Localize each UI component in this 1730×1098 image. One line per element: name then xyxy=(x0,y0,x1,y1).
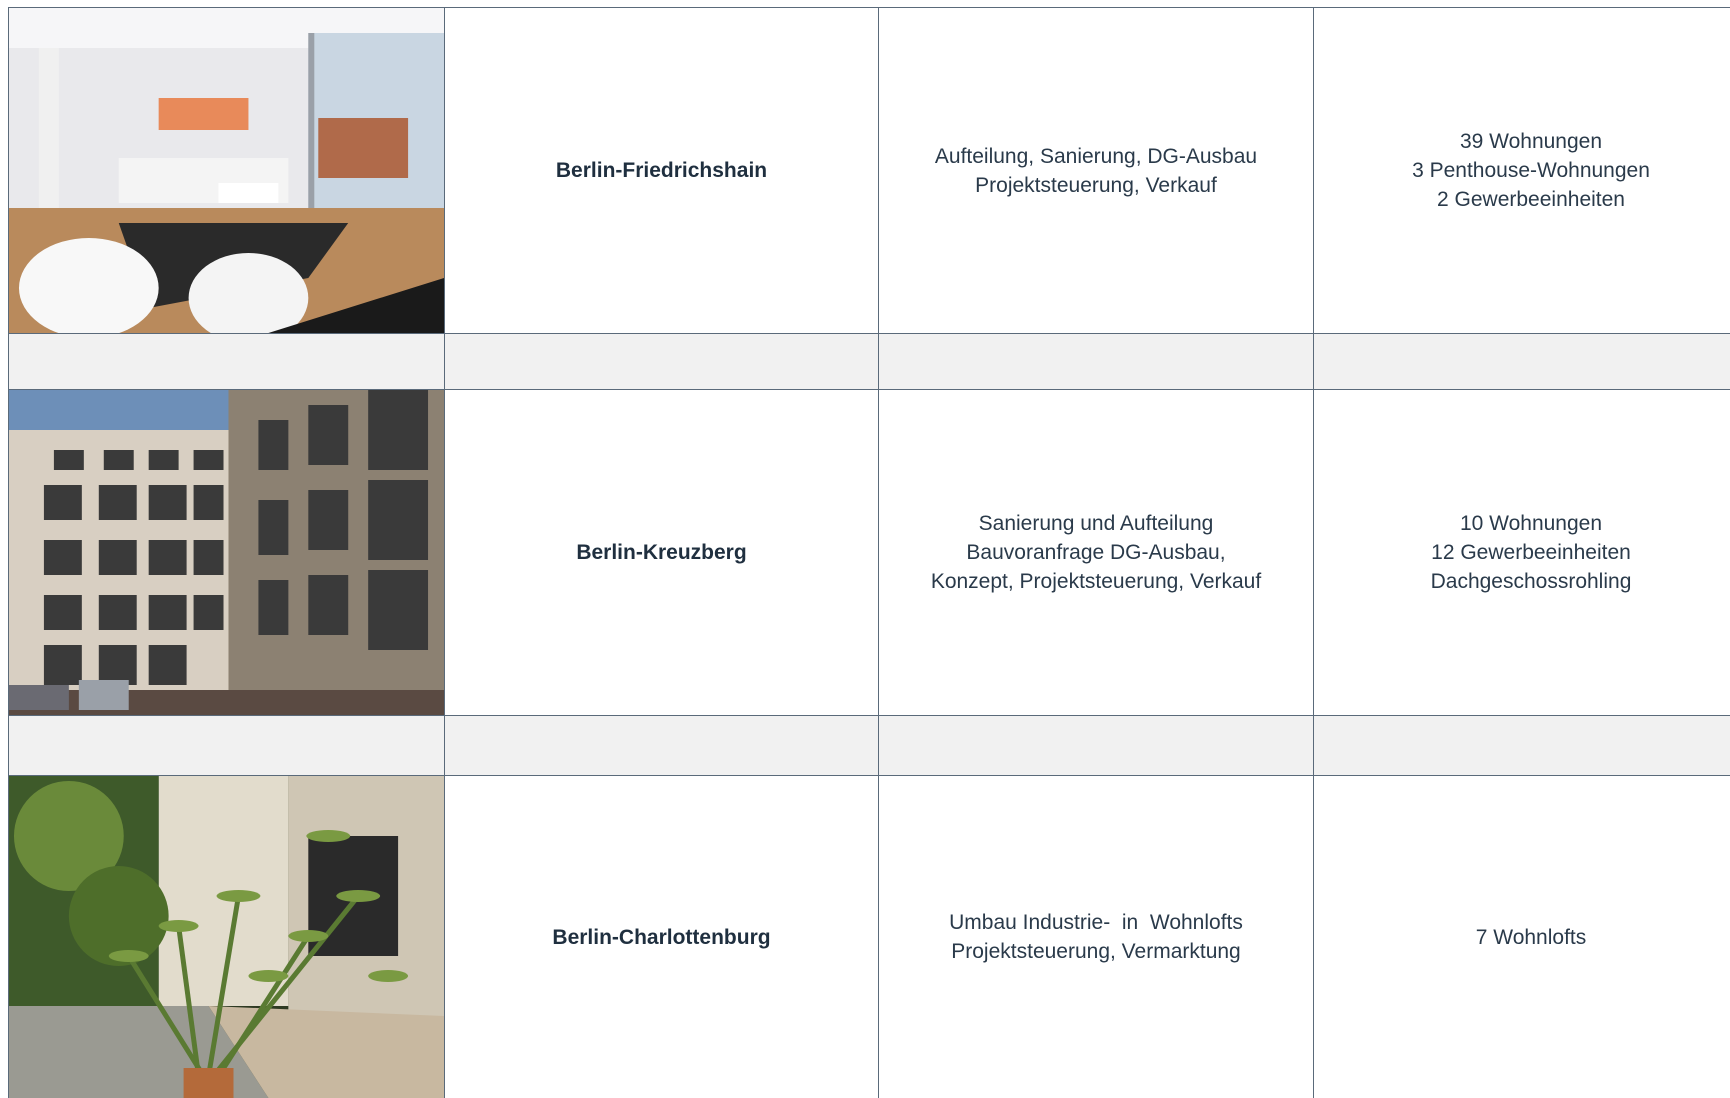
services-line: Bauvoranfrage DG-Ausbau, xyxy=(966,541,1226,564)
location-cell: Berlin-Friedrichshain xyxy=(444,8,878,333)
location-cell: Berlin-Charlottenburg xyxy=(444,776,878,1098)
services-cell: Umbau Industrie- in Wohnlofts Projektste… xyxy=(878,776,1313,1098)
units-line: 12 Gewerbeeinheiten xyxy=(1431,541,1631,564)
living-room-photo xyxy=(8,8,444,333)
spacer-cell xyxy=(1313,716,1730,775)
projects-table: Berlin-Friedrichshain Aufteilung, Sanier… xyxy=(8,7,1730,1098)
spacer-row xyxy=(8,715,1730,775)
services-cell: Sanierung und Aufteilung Bauvoranfrage D… xyxy=(878,390,1313,715)
units-line: 39 Wohnungen xyxy=(1459,130,1603,153)
services-line: Projektsteuerung, Vermarktung xyxy=(951,940,1241,963)
units-line: 3 Penthouse-Wohnungen xyxy=(1412,159,1650,182)
units-line: 10 Wohnungen xyxy=(1459,512,1603,535)
units-line: 7 Wohnlofts xyxy=(1475,925,1587,949)
services-cell: Aufteilung, Sanierung, DG-Ausbau Projekt… xyxy=(878,8,1313,333)
courtyard-building-photo xyxy=(8,390,444,715)
spacer-cell xyxy=(444,716,878,775)
table-row: Berlin-Kreuzberg Sanierung und Aufteilun… xyxy=(8,389,1730,715)
table-row: Berlin-Friedrichshain Aufteilung, Sanier… xyxy=(8,7,1730,333)
spacer-row xyxy=(8,333,1730,389)
spacer-cell xyxy=(878,716,1313,775)
services-line: Projektsteuerung, Verkauf xyxy=(975,173,1217,197)
services-line: Konzept, Projektsteuerung, Verkauf xyxy=(930,570,1262,593)
units-cell: 39 Wohnungen 3 Penthouse-Wohnungen 2 Gew… xyxy=(1313,8,1730,333)
services-line: Aufteilung, Sanierung, DG-Ausbau xyxy=(934,144,1258,168)
spacer-cell xyxy=(444,334,878,389)
services-line: Sanierung und Aufteilung xyxy=(978,512,1214,535)
spacer-cell xyxy=(1313,334,1730,389)
units-cell: 10 Wohnungen 12 Gewerbeeinheiten Dachges… xyxy=(1313,390,1730,715)
units-cell: 7 Wohnlofts xyxy=(1313,776,1730,1098)
services-line: Umbau Industrie- in Wohnlofts xyxy=(949,911,1243,934)
table-row: Berlin-Charlottenburg Umbau Industrie- i… xyxy=(8,775,1730,1098)
units-line: Dachgeschossrohling xyxy=(1430,570,1632,593)
spacer-cell xyxy=(8,334,444,389)
spacer-cell xyxy=(8,716,444,775)
location-cell: Berlin-Kreuzberg xyxy=(444,390,878,715)
garden-courtyard-photo xyxy=(8,776,444,1098)
units-line: 2 Gewerbeeinheiten xyxy=(1437,188,1625,211)
spacer-cell xyxy=(878,334,1313,389)
